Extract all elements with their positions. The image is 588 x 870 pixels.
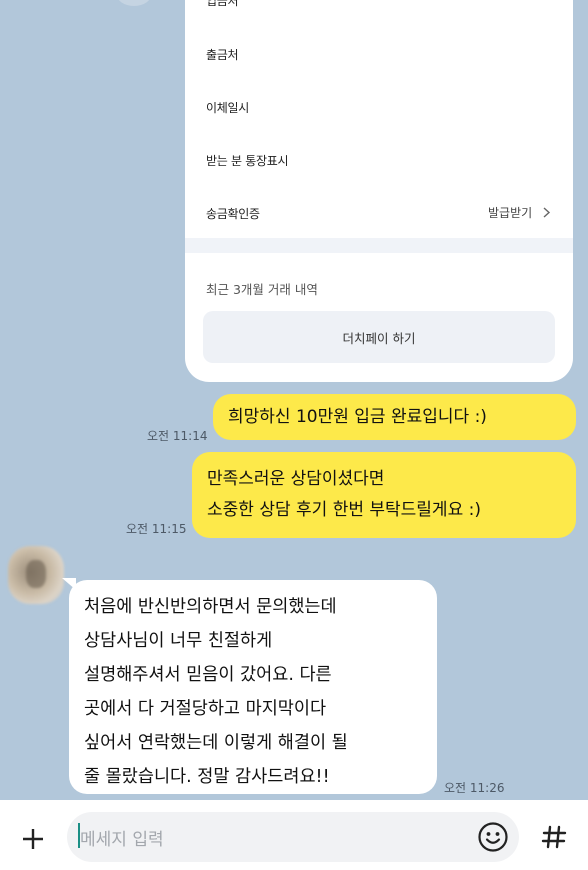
message-line: 상담사님이 너무 친절하게: [84, 631, 273, 651]
issue-certificate-label: 발급받기: [488, 206, 533, 220]
dutch-pay-button[interactable]: 더치페이 하기: [203, 311, 555, 363]
receipt-row-transfer-certificate: 송금확인증: [206, 207, 260, 221]
message-text: 희망하신 10만원 입금 완료입니다 :): [228, 407, 487, 427]
emoji-icon[interactable]: [477, 821, 509, 853]
message-time: 오전 11:26: [444, 781, 505, 795]
receipt-row-withdraw-from: 출금처: [206, 48, 239, 62]
receipt-row-recipient-memo: 받는 분 통장표시: [206, 154, 289, 168]
hash-icon[interactable]: [536, 818, 572, 856]
message-time: 오전 11:15: [126, 522, 187, 536]
chevron-right-icon: [543, 207, 551, 218]
message-line: 곳에서 다 거절당하고 마지막이다: [84, 699, 327, 719]
receipt-row-deposit-to: 입금처: [206, 0, 239, 8]
message-line: 처음에 반신반의하면서 문의했는데: [84, 597, 337, 617]
message-time: 오전 11:14: [147, 429, 208, 443]
message-line: 설명해주셔서 믿음이 갔어요. 다른: [84, 665, 332, 685]
receipt-row-transfer-datetime: 이체일시: [206, 101, 249, 115]
message-input-placeholder: 메세지 입력: [80, 830, 164, 850]
incoming-message-bubble[interactable]: 처음에 반신반의하면서 문의했는데 상담사님이 너무 친절하게 설명해주셔서 믿…: [69, 580, 437, 794]
message-line: 줄 몰랐습니다. 정말 감사드려요!!: [84, 767, 330, 787]
partial-avatar-top: [116, 0, 152, 6]
outgoing-message-bubble[interactable]: 희망하신 10만원 입금 완료입니다 :): [213, 394, 576, 440]
issue-certificate-link[interactable]: 발급받기: [488, 204, 551, 221]
recent-transactions-title: 최근 3개월 거래 내역: [206, 282, 318, 297]
outgoing-message-bubble[interactable]: 만족스러운 상담이셨다면 소중한 상담 후기 한번 부탁드릴게요 :): [192, 452, 576, 538]
message-line: 싶어서 연락했는데 이렇게 해결이 될: [84, 733, 348, 753]
plus-icon[interactable]: [14, 820, 52, 858]
message-line: 소중한 상담 후기 한번 부탁드릴게요 :): [207, 500, 481, 520]
transfer-receipt-card: 입금처 출금처 이체일시 받는 분 통장표시 송금확인증 발급받기 최근 3개월…: [185, 0, 573, 382]
card-divider: [185, 238, 573, 253]
sender-avatar[interactable]: [8, 546, 64, 604]
message-line: 만족스러운 상담이셨다면: [207, 469, 385, 489]
